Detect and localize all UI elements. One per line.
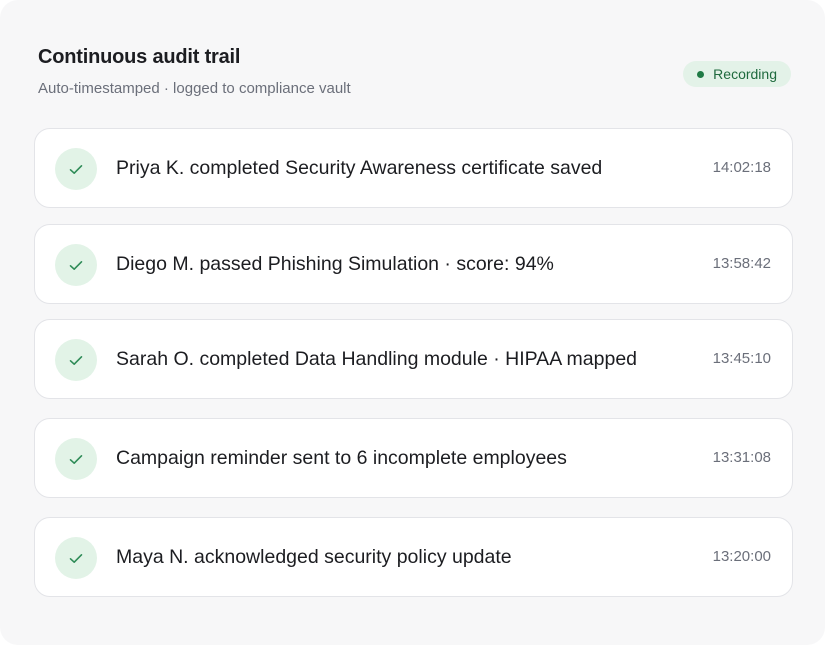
audit-event-text: Maya N. acknowledged security policy upd… xyxy=(116,546,512,568)
check-icon xyxy=(55,438,97,480)
audit-event-row[interactable]: Campaign reminder sent to 6 incomplete e… xyxy=(34,418,793,498)
audit-trail-header: Continuous audit trail Auto-timestamped … xyxy=(38,46,791,106)
audit-event-row[interactable]: Maya N. acknowledged security policy upd… xyxy=(34,517,793,597)
recording-dot-icon xyxy=(697,70,705,78)
status-badge-label: Recording xyxy=(713,66,777,82)
check-icon xyxy=(55,148,97,190)
check-icon xyxy=(55,244,97,286)
audit-event-timestamp: 13:45:10 xyxy=(712,350,771,367)
audit-event-timestamp: 13:31:08 xyxy=(712,449,771,466)
audit-event-text: Priya K. completed Security Awareness ce… xyxy=(116,157,603,179)
audit-event-timestamp: 14:02:18 xyxy=(712,159,771,176)
audit-event-timestamp: 13:58:42 xyxy=(712,255,771,272)
audit-event-row[interactable]: Sarah O. completed Data Handling module … xyxy=(34,319,793,399)
audit-event-row[interactable]: Priya K. completed Security Awareness ce… xyxy=(34,128,793,208)
audit-event-text: Sarah O. completed Data Handling module … xyxy=(116,348,638,370)
check-icon xyxy=(55,339,97,381)
recording-status-badge: Recording xyxy=(683,61,791,87)
page-title: Continuous audit trail xyxy=(38,46,241,68)
audit-event-text: Campaign reminder sent to 6 incomplete e… xyxy=(116,447,567,469)
check-icon xyxy=(55,537,97,579)
audit-event-row[interactable]: Diego M. passed Phishing Simulation · sc… xyxy=(34,224,793,304)
audit-event-timestamp: 13:20:00 xyxy=(712,548,771,565)
audit-trail-card: Continuous audit trail Auto-timestamped … xyxy=(0,0,825,645)
audit-event-text: Diego M. passed Phishing Simulation · sc… xyxy=(116,253,554,275)
page-subtitle: Auto-timestamped · logged to compliance … xyxy=(38,80,351,97)
